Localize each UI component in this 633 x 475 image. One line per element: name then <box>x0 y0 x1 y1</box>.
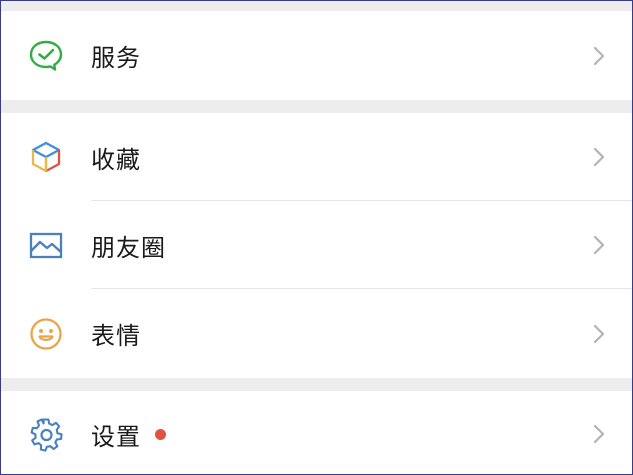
menu-item-favorites[interactable]: 收藏 <box>1 113 632 201</box>
smiley-icon <box>27 315 65 353</box>
section-separator <box>1 378 632 391</box>
chevron-right-icon <box>593 147 605 167</box>
section-separator <box>1 100 632 113</box>
menu-item-settings[interactable]: 设置 <box>1 391 632 474</box>
menu-item-service-label: 服务 <box>91 44 141 72</box>
group-service: 服务 <box>1 11 632 100</box>
chevron-right-icon <box>593 324 605 343</box>
menu-item-moments[interactable]: 朋友圈 <box>1 201 632 289</box>
menu-item-service[interactable]: 服务 <box>1 11 632 100</box>
menu-item-settings-label: 设置 <box>91 422 141 451</box>
notification-dot <box>155 428 166 440</box>
picture-icon <box>27 226 65 264</box>
menu-item-favorites-label: 收藏 <box>91 145 141 174</box>
cube-icon <box>27 138 65 176</box>
menu-screen: 服务 收藏 朋友圈 表情 设置 <box>0 0 633 475</box>
chevron-right-icon <box>593 235 605 255</box>
gear-icon <box>27 415 65 453</box>
menu-item-stickers[interactable]: 表情 <box>1 289 632 378</box>
chevron-right-icon <box>593 46 605 65</box>
wechat-pay-icon <box>27 37 65 75</box>
menu-item-moments-label: 朋友圈 <box>91 233 166 262</box>
group-content: 收藏 朋友圈 表情 <box>1 113 632 378</box>
top-separator <box>1 1 632 11</box>
menu-item-stickers-label: 表情 <box>91 322 141 350</box>
chevron-right-icon <box>593 424 605 444</box>
group-settings: 设置 <box>1 391 632 474</box>
